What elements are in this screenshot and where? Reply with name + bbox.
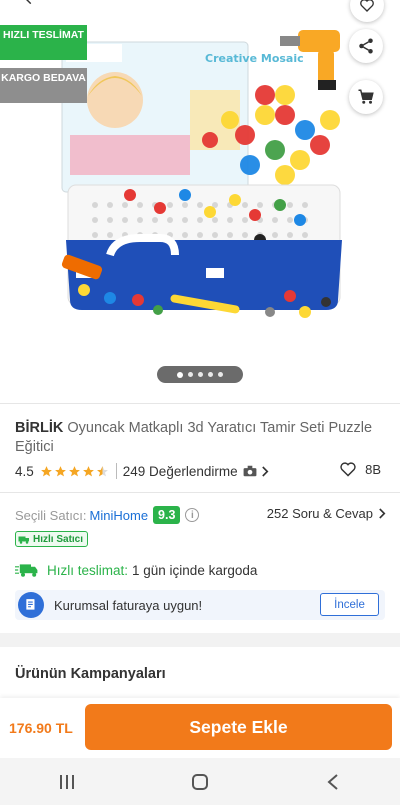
star-half-icon xyxy=(96,465,108,476)
carousel-indicator[interactable] xyxy=(157,366,243,383)
rating-separator xyxy=(115,463,117,479)
delivery-text: 1 gün içinde kargoda xyxy=(132,562,258,578)
fast-delivery-badge: HIZLI TESLİMAT xyxy=(0,25,87,60)
delivery-row: Hızlı teslimat: 1 gün içinde kargoda xyxy=(15,560,257,580)
nav-recents-icon xyxy=(59,774,74,789)
nav-home-button[interactable] xyxy=(180,767,220,797)
qa-link[interactable]: 252 Soru & Cevap xyxy=(267,506,387,521)
corporate-invoice-banner: Kurumsal faturaya uygun! İncele xyxy=(15,590,385,620)
price: 176.90 TL xyxy=(9,720,73,736)
rating-stars[interactable] xyxy=(40,465,110,478)
divider xyxy=(0,492,400,493)
delivery-label: Hızlı teslimat: xyxy=(47,562,129,578)
invoice-review-button[interactable]: İncele xyxy=(320,593,379,616)
product-title: BİRLİK Oyuncak Matkaplı 3d Yaratıcı Tami… xyxy=(15,419,390,456)
star-icon xyxy=(54,465,66,476)
rating-value: 4.5 xyxy=(15,463,34,479)
product-detail-page: Creative Mosaic HIZLI TESLİMAT KARGO BED… xyxy=(0,0,400,805)
favorite-count: 8B xyxy=(365,461,381,477)
qa-label: 252 Soru & Cevap xyxy=(266,506,373,521)
star-icon xyxy=(40,465,52,476)
system-nav-bar xyxy=(0,758,400,805)
seller-score-badge: 9.3 xyxy=(153,506,181,524)
truck-icon xyxy=(15,564,38,577)
product-name: Oyuncak Matkaplı 3d Yaratıcı Tamir Seti … xyxy=(15,420,373,455)
carousel-dot[interactable] xyxy=(198,372,203,377)
heart-outline-icon xyxy=(340,462,356,477)
share-button[interactable] xyxy=(349,29,383,63)
section-divider xyxy=(0,633,400,647)
free-shipping-badge: KARGO BEDAVA xyxy=(0,68,87,103)
favorite-heart-icon xyxy=(360,0,374,12)
reviews-link[interactable]: 249 Değerlendirme xyxy=(123,464,238,479)
star-icon xyxy=(82,465,94,476)
product-brand[interactable]: BİRLİK xyxy=(15,420,63,436)
cart-icon xyxy=(358,89,374,104)
seller-row: Seçili Satıcı: MiniHome 9.3 i 252 Soru &… xyxy=(15,505,387,525)
cart-button[interactable] xyxy=(349,80,383,114)
purchase-bar: 176.90 TL Sepete Ekle xyxy=(0,698,400,758)
favorite-count-button[interactable]: 8B xyxy=(339,461,381,477)
share-icon xyxy=(359,38,373,54)
rating-row: 4.5 249 Değerlendirme 8B xyxy=(15,461,385,481)
nav-back-button[interactable] xyxy=(313,767,353,797)
campaigns-title[interactable]: Ürünün Kampanyaları xyxy=(15,666,166,682)
add-to-cart-button[interactable]: Sepete Ekle xyxy=(85,704,392,750)
star-icon xyxy=(68,465,80,476)
camera-icon xyxy=(243,465,257,477)
divider xyxy=(0,403,400,404)
chevron-right-icon xyxy=(379,508,386,519)
chevron-right-icon xyxy=(261,465,269,477)
fast-seller-badge: Hızlı Satıcı xyxy=(15,531,89,547)
fast-seller-icon xyxy=(18,536,29,544)
carousel-dot-active[interactable] xyxy=(177,371,183,378)
nav-back-icon xyxy=(327,773,338,790)
box-logo-text: Creative Mosaic xyxy=(205,52,304,65)
carousel-dot[interactable] xyxy=(188,372,193,377)
info-icon[interactable]: i xyxy=(185,508,200,522)
carousel-dot[interactable] xyxy=(218,372,223,377)
nav-recents-button[interactable] xyxy=(47,767,87,797)
back-arrow-icon xyxy=(26,0,32,5)
carousel-dot[interactable] xyxy=(208,372,213,377)
seller-label: Seçili Satıcı: xyxy=(15,507,87,523)
nav-home-icon xyxy=(191,773,208,790)
product-image-carousel[interactable]: Creative Mosaic HIZLI TESLİMAT KARGO BED… xyxy=(0,0,400,395)
invoice-icon xyxy=(18,592,44,618)
invoice-text: Kurumsal faturaya uygun! xyxy=(54,597,203,613)
fast-seller-label: Hızlı Satıcı xyxy=(33,533,84,545)
seller-name-link[interactable]: MiniHome xyxy=(90,508,149,523)
